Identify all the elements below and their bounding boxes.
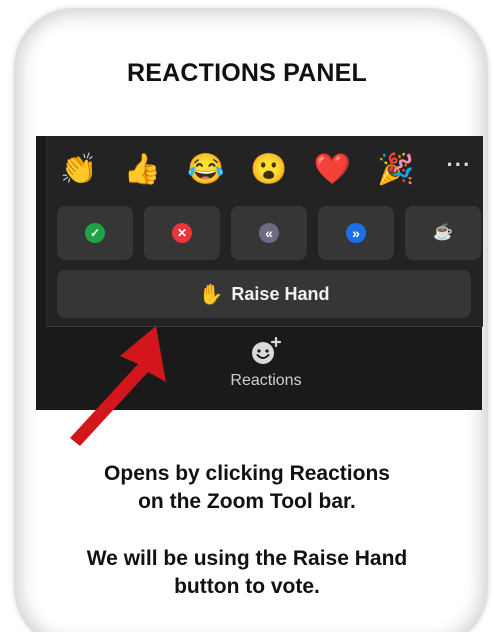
emoji-row: 👏 👍 😂 😮 ❤️ 🎉 ··· <box>59 150 479 190</box>
raise-hand-label: Raise Hand <box>231 283 330 304</box>
coffee-cup-icon: ☕ <box>433 224 453 241</box>
thumbs-up-icon[interactable]: 👍 <box>122 150 162 190</box>
slide-title: REACTIONS PANEL <box>126 59 368 87</box>
reactions-toolbar-button[interactable]: Reactions <box>216 336 316 406</box>
caption-line-3: We will be using the Raise Hand <box>86 547 408 570</box>
no-button[interactable]: ✕ <box>144 206 220 260</box>
fast-forward-icon: » <box>346 223 366 243</box>
nonverbal-feedback-row: ✓ ✕ « » ☕ <box>57 206 481 260</box>
slide: REACTIONS PANEL 👏 👍 😂 😮 ❤️ 🎉 ··· ✓ ✕ « »… <box>0 0 494 632</box>
away-button[interactable]: ☕ <box>405 206 481 260</box>
reactions-panel: 👏 👍 😂 😮 ❤️ 🎉 ··· ✓ ✕ « » ☕ ✋ Raise Hand <box>46 136 483 327</box>
caption-line-1: Opens by clicking Reactions <box>104 462 390 485</box>
yes-button[interactable]: ✓ <box>57 206 133 260</box>
party-popper-icon[interactable]: 🎉 <box>376 150 416 190</box>
speed-up-button[interactable]: » <box>318 206 394 260</box>
clapping-hands-icon[interactable]: 👏 <box>59 150 99 190</box>
slow-down-button[interactable]: « <box>231 206 307 260</box>
rewind-icon: « <box>259 223 279 243</box>
surprised-face-icon[interactable]: 😮 <box>249 150 289 190</box>
raised-hand-icon: ✋ <box>198 283 224 306</box>
tears-of-joy-icon[interactable]: 😂 <box>186 150 226 190</box>
caption-line-2: on the Zoom Tool bar. <box>138 490 356 513</box>
more-options-icon[interactable]: ··· <box>439 145 479 195</box>
raise-hand-button[interactable]: ✋ Raise Hand <box>57 270 471 318</box>
caption-line-4: button to vote. <box>174 575 320 598</box>
red-heart-icon[interactable]: ❤️ <box>312 150 352 190</box>
reactions-label: Reactions <box>230 372 302 389</box>
smiley-plus-icon <box>252 336 282 364</box>
red-arrow-icon <box>70 326 166 446</box>
check-icon: ✓ <box>85 223 105 243</box>
x-icon: ✕ <box>172 223 192 243</box>
